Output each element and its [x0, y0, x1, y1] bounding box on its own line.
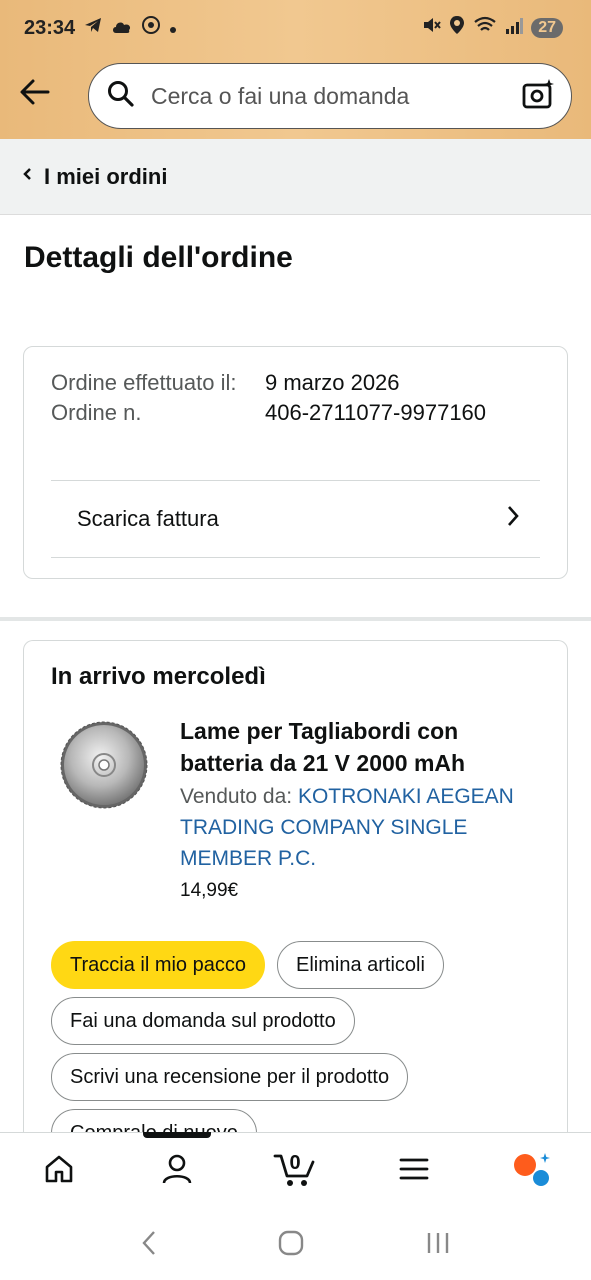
signal-icon: [505, 17, 524, 40]
breadcrumb-label[interactable]: I miei ordini: [44, 164, 167, 190]
section-divider: [0, 617, 591, 621]
system-home-icon[interactable]: [277, 1229, 305, 1262]
product-price: 14,99€: [180, 880, 239, 901]
notification-dot-icon: [169, 17, 177, 40]
whatsapp-icon: [141, 15, 161, 41]
breadcrumb[interactable]: I miei ordini: [0, 139, 591, 215]
back-arrow-icon[interactable]: [18, 75, 52, 109]
nav-rufus[interactable]: [502, 1142, 562, 1202]
chevron-left-icon: [22, 166, 32, 187]
camera-search-icon[interactable]: [521, 77, 555, 116]
search-input[interactable]: Cerca o fai una domanda: [151, 83, 521, 110]
mute-icon: [421, 15, 441, 41]
search-bar[interactable]: Cerca o fai una domanda: [88, 63, 572, 129]
wifi-icon: [473, 16, 497, 40]
download-invoice-label[interactable]: Scarica fattura: [77, 506, 219, 532]
cloud-icon: [111, 17, 133, 40]
search-icon: [107, 80, 135, 113]
order-date-value: 9 marzo 2026: [265, 370, 400, 395]
nav-cart[interactable]: 0: [265, 1142, 325, 1202]
nav-account[interactable]: [147, 1142, 207, 1202]
seller-line: Venduto da: KOTRONAKI AEGEAN TRADING COM…: [180, 781, 540, 874]
status-time: 23:34: [24, 16, 76, 39]
location-icon: [449, 15, 465, 41]
active-tab-indicator: [143, 1132, 211, 1138]
hamburger-menu-icon: [399, 1157, 429, 1186]
delete-items-button[interactable]: Elimina articoli: [276, 941, 444, 989]
order-number-value: 406-2711077-9977160: [265, 400, 487, 425]
write-review-button[interactable]: Scrivi una recensione per il prodotto: [51, 1053, 409, 1101]
system-recents-icon[interactable]: [424, 1229, 452, 1262]
status-bar: 23:34 27: [24, 12, 563, 44]
cart-count: 0: [289, 1151, 301, 1174]
product-title[interactable]: Lame per Tagliabordi con batteria da 21 …: [180, 715, 540, 779]
chevron-right-icon: [506, 504, 520, 534]
order-date-label: Ordine effettuato il:: [51, 370, 237, 395]
app-header: 23:34 27 Cerca o fai una domanda: [0, 0, 591, 139]
bottom-navigation: 0: [0, 1132, 591, 1210]
seller-label: Venduto da:: [180, 785, 293, 808]
user-icon: [161, 1153, 193, 1190]
nav-menu[interactable]: [384, 1142, 444, 1202]
battery-indicator: 27: [531, 18, 563, 38]
system-navigation: [0, 1210, 591, 1280]
ask-question-button[interactable]: Fai una domanda sul prodotto: [51, 997, 355, 1045]
home-icon: [43, 1153, 75, 1190]
rufus-assistant-icon: [511, 1151, 553, 1192]
delivery-status: In arrivo mercoledì: [51, 663, 266, 690]
order-actions: Traccia il mio pacco Elimina articoli Fa…: [51, 941, 551, 1157]
telegram-icon: [83, 15, 103, 41]
nav-home[interactable]: [29, 1142, 89, 1202]
shipment-card: In arrivo mercoledì Lame per Tagliabordi…: [23, 640, 568, 1160]
order-info-card: Ordine effettuato il: Ordine n. 9 marzo …: [23, 346, 568, 579]
page-title: Dettagli dell'ordine: [24, 241, 293, 274]
product-image[interactable]: [60, 721, 148, 809]
order-number-label: Ordine n.: [51, 400, 142, 425]
download-invoice-row[interactable]: Scarica fattura: [51, 480, 540, 558]
system-back-icon[interactable]: [139, 1229, 159, 1262]
track-package-button[interactable]: Traccia il mio pacco: [51, 941, 265, 989]
